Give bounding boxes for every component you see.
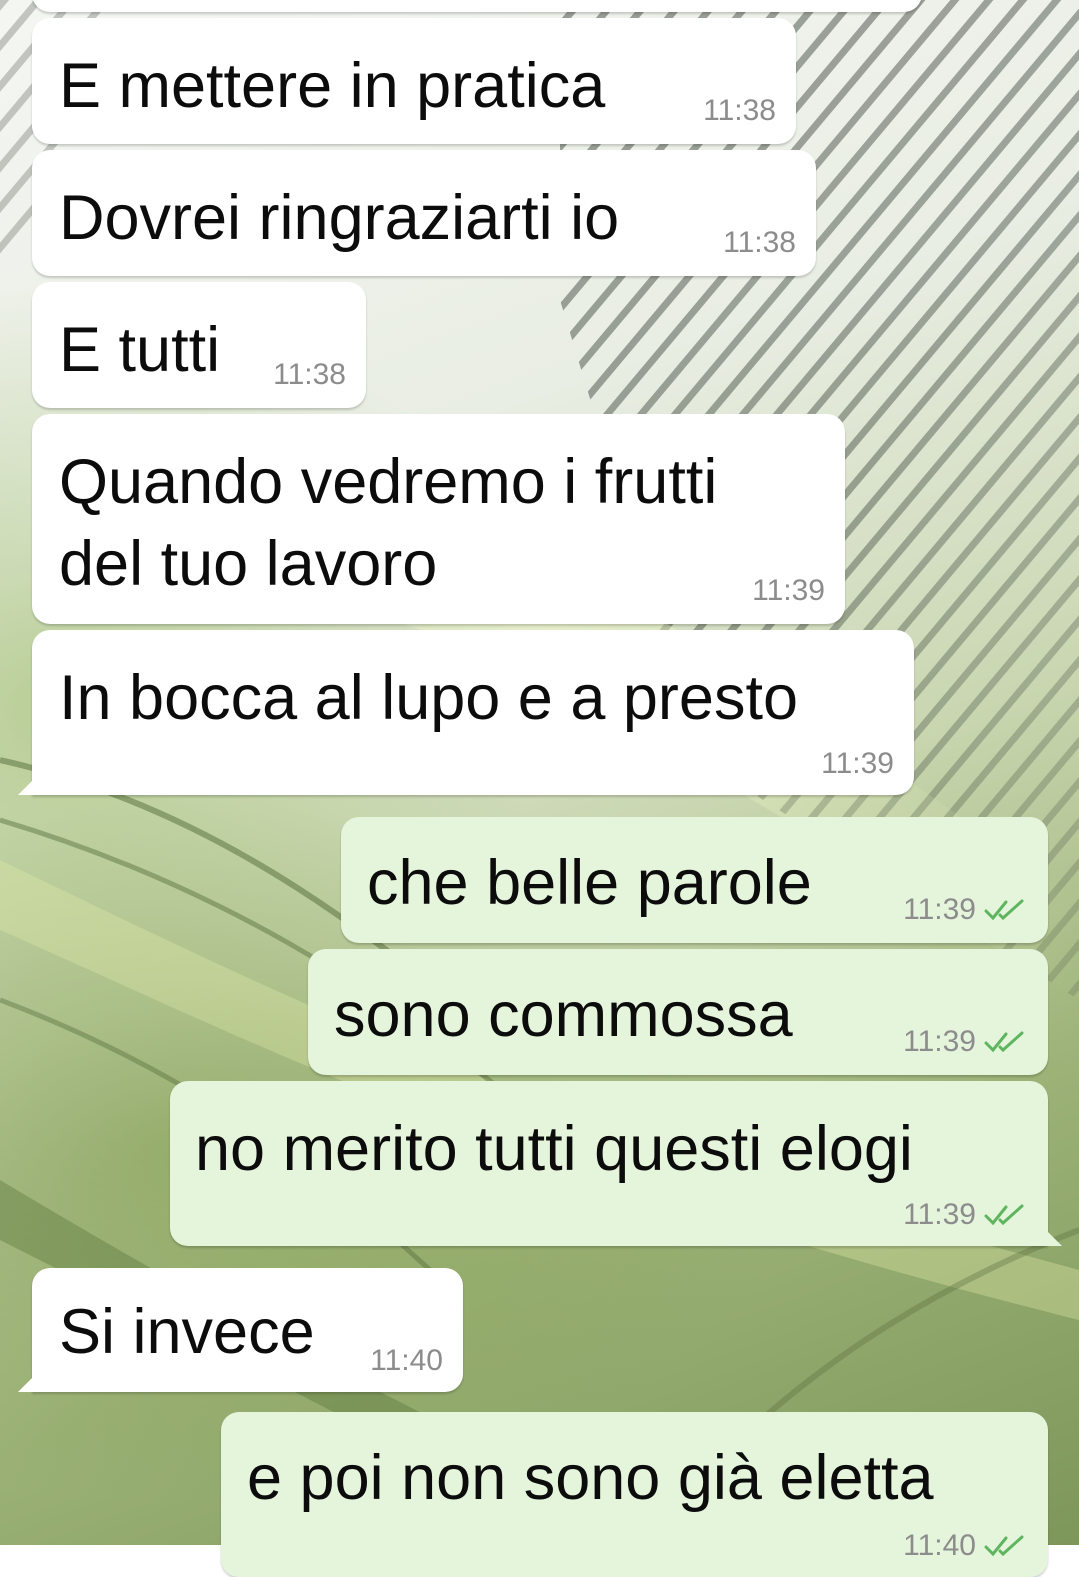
message-text-line-2: del tuo lavoro	[59, 529, 438, 599]
message-bubble-incoming[interactable]: Quando vedremo i frutti del tuo lavoro 1…	[32, 414, 845, 624]
message-bubble-outgoing[interactable]: e poi non sono già eletta 11:40	[221, 1412, 1048, 1577]
message-bubble-incoming[interactable]: Si invece 11:40	[18, 1268, 463, 1392]
message-bubble-incoming[interactable]: E tutti 11:38	[32, 282, 366, 408]
bubble-tail	[1038, 1222, 1062, 1246]
message-bubble-incoming[interactable]: In bocca al lupo e a presto 11:39	[18, 630, 914, 795]
message-time: 11:39	[903, 893, 1028, 927]
message-time: 11:38	[273, 358, 346, 391]
message-text: che belle parole	[367, 848, 812, 918]
message-bubble-incoming[interactable]: Dovrei ringraziarti io 11:38	[32, 150, 816, 276]
message-time: 11:39	[903, 1025, 1028, 1059]
message-time: 11:40	[370, 1344, 443, 1377]
message-text: Si invece	[59, 1297, 315, 1367]
double-check-icon	[984, 1031, 1024, 1053]
message-bubble-outgoing[interactable]: no merito tutti questi elogi 11:39	[170, 1081, 1062, 1246]
double-check-icon	[984, 1204, 1024, 1226]
message-time: 11:39	[903, 1198, 1028, 1232]
double-check-icon	[984, 1535, 1024, 1557]
double-check-icon	[984, 899, 1024, 921]
message-time: 11:38	[703, 94, 776, 127]
message-text-line-1: Quando vedremo i frutti	[59, 447, 718, 517]
message-time: 11:39	[752, 574, 825, 607]
message-bubble-incoming[interactable]: E mettere in pratica 11:38	[32, 18, 796, 144]
message-time: 11:39	[821, 747, 894, 780]
message-bubble-partial	[32, 0, 922, 12]
message-text: E mettere in pratica	[59, 51, 606, 121]
message-text: e poi non sono già eletta	[247, 1443, 934, 1513]
message-text: In bocca al lupo e a presto	[59, 663, 798, 733]
message-bubble-outgoing[interactable]: sono commossa 11:39	[308, 949, 1048, 1075]
message-text: sono commossa	[334, 980, 793, 1050]
bubble-tail	[18, 771, 42, 795]
message-list[interactable]: E mettere in pratica 11:38 Dovrei ringra…	[0, 0, 1079, 1577]
bubble-tail	[18, 1368, 42, 1392]
message-text: no merito tutti questi elogi	[195, 1114, 913, 1184]
message-text: Dovrei ringraziarti io	[59, 183, 620, 253]
message-text: E tutti	[59, 315, 221, 385]
message-time: 11:40	[903, 1529, 1028, 1563]
message-time: 11:38	[723, 226, 796, 259]
message-bubble-outgoing[interactable]: che belle parole 11:39	[341, 817, 1048, 943]
